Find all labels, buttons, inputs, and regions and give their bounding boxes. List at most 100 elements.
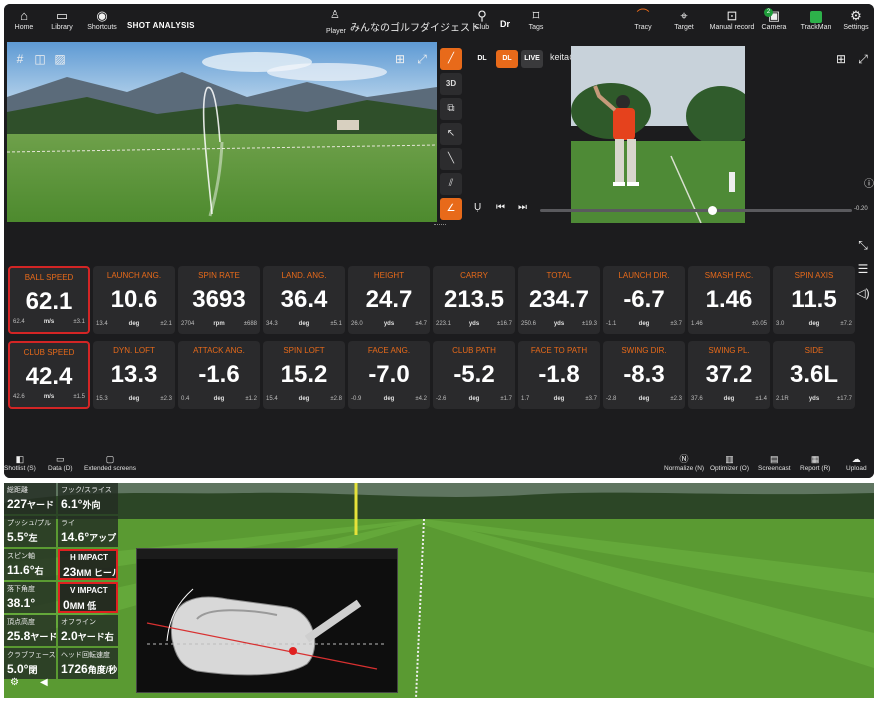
dl-mode-1[interactable]: DL [472,50,492,68]
settings-gear-icon[interactable]: ⚙ [10,677,19,688]
timeline-scrubber[interactable] [540,206,852,215]
3d-tool[interactable]: 3D [440,73,462,95]
metric-value: 234.7 [528,286,590,313]
extended-screens-button[interactable]: ▢ Extended screens [84,454,136,472]
metric-card[interactable]: LAUNCH DIR. -6.7 -1.1 deg ±3.7 [603,266,685,334]
metric-card[interactable]: FACE TO PATH -1.8 1.7 deg ±3.7 [518,341,600,409]
sim-stat-number: 5.5° [7,530,29,544]
metric-card[interactable]: CARRY 213.5 223.1 yds ±16.7 [433,266,515,334]
info-icon[interactable]: ⓘ [860,176,874,194]
metric-card[interactable]: SWING PL. 37.2 37.6 deg ±1.4 [688,341,770,409]
expand-icon-right[interactable]: ⤢ [854,50,872,68]
double-line-tool-icon[interactable]: ⫽ [440,173,462,195]
metric-card[interactable]: SMASH FAC. 1.46 1.46 ±0.05 [688,266,770,334]
sim-stat-label: 総距離 [7,487,28,494]
tracy-label: Tracy [634,24,652,31]
pencil-tool[interactable]: ╱ [440,48,462,70]
optimizer-button[interactable]: ▥ Optimizer (O) [710,454,749,472]
scrubber-handle[interactable] [708,206,717,215]
skip-forward-icon[interactable]: ⏭ [518,202,527,213]
dl-mode-2[interactable]: DL [496,50,518,68]
tags-button[interactable]: ⌑ Tags [514,8,558,31]
camera-icon: ▣ [767,8,781,23]
screencast-button[interactable]: ▤ Screencast [758,454,791,472]
metric-deviation: ±1.5 [73,394,85,400]
metric-deviation: ±2.3 [670,396,682,402]
tracer-video-view[interactable]: # ◫ ▨ ⊞ ⤢ [7,42,437,222]
metric-card[interactable]: HEIGHT 24.7 26.0 yds ±4.7 [348,266,430,334]
metric-deviation: ±19.3 [582,321,597,327]
metric-card[interactable]: LAND. ANG. 36.4 34.3 deg ±5.1 [263,266,345,334]
library-button[interactable]: ▭ Library [40,8,84,31]
sim-stat-left: 落下角度 38.1° [4,582,56,613]
resize-handle[interactable] [434,224,446,226]
club-selector[interactable]: ⚲ Club [462,8,502,31]
sim-stat-left: スピン軸 11.6°右 [4,549,56,580]
back-arrow-icon[interactable]: ◀ [40,677,48,688]
live-mode[interactable]: LIVE [521,50,543,68]
upload-button[interactable]: ☁ Upload [846,454,867,472]
sim-stat-number: 6.1° [61,497,83,511]
metric-footer: 2704 rpm ±688 [181,321,257,330]
metric-card[interactable]: DYN. LOFT 13.3 15.3 deg ±2.3 [93,341,175,409]
metric-card[interactable]: SPIN RATE 3693 2704 rpm ±688 [178,266,260,334]
metric-card[interactable]: SWING DIR. -8.3 -2.8 deg ±2.3 [603,341,685,409]
sim-stat-value: 11.6°右 [7,563,44,577]
image-icon[interactable]: ▨ [51,50,69,68]
metric-card[interactable]: CLUB PATH -5.2 -2.6 deg ±1.7 [433,341,515,409]
metric-card[interactable]: CLUB SPEED 42.4 42.6 m/s ±1.5 [8,341,90,409]
cloud-upload-icon: ☁ [851,454,861,464]
gear-icon: ⚙ [850,8,862,23]
camera-button[interactable]: ▣ Camera 2 [752,8,796,31]
metric-card[interactable]: TOTAL 234.7 250.6 yds ±19.3 [518,266,600,334]
speaker-icon[interactable]: ◁) [854,284,872,302]
tracy-button[interactable]: ⌒ Tracy [621,8,665,31]
target-label: Target [674,24,694,31]
manual-record-button[interactable]: ⊡ Manual record [706,8,758,31]
metric-card[interactable]: FACE ANG. -7.0 -0.9 deg ±4.2 [348,341,430,409]
layout-grid-icon[interactable]: ⊞ [391,50,409,68]
inset-toolbar [137,549,397,559]
iphone-video[interactable] [571,46,745,223]
camera-snapshot-icon[interactable]: ◫ [31,50,49,68]
shortcuts-button[interactable]: ◉ Shortcuts [80,8,124,31]
line-tool-icon[interactable]: ╲ [440,148,462,170]
trackman-button[interactable]: TrackMan [794,8,838,31]
sim-stat-unit: 外向 [82,500,101,510]
drawing-tools: ╱ 3D ⧉ ↖ ╲ ⫽ ∠ [440,48,466,224]
normalize-button[interactable]: Ⓝ Normalize (N) [664,454,704,472]
screencast-label: Screencast [758,465,791,472]
metric-card[interactable]: SPIN AXIS 11.5 3.0 deg ±7.2 [773,266,855,334]
metric-card[interactable]: SPIN LOFT 15.2 15.4 deg ±2.8 [263,341,345,409]
grid-icon[interactable]: # [11,50,29,68]
sim-stat-number: 227 [7,497,28,511]
sliders-icon[interactable]: ☰ [854,260,872,278]
metric-card[interactable]: ATTACK ANG. -1.6 0.4 deg ±1.2 [178,341,260,409]
sim-stat-right: V IMPACT 0MM 低 [58,582,118,613]
sim-stat-right: ライ 14.6°アップ [58,516,118,547]
report-button[interactable]: ▦ Report (R) [800,454,830,472]
layout-grid-icon-right[interactable]: ⊞ [832,50,850,68]
sim-stat-unit: 右 [34,566,44,576]
settings-label: Settings [843,24,869,31]
tag-icon: ⌑ [532,8,540,23]
data-button[interactable]: ▭ Data (D) [48,454,73,472]
metric-footer: 1.7 deg ±3.7 [521,396,597,405]
metric-label: FACE TO PATH [530,346,588,355]
golf-bag-icon: ⚲ [477,8,487,23]
target-button[interactable]: ⌖ Target [662,8,706,31]
settings-button[interactable]: ⚙ Settings [834,8,874,31]
collapse-icon[interactable]: ⤡ [854,236,872,254]
u-icon[interactable]: Ụ [474,202,481,213]
expand-icon[interactable]: ⤢ [413,50,431,68]
shotlist-button[interactable]: ◧ Shotlist (S) [4,454,36,472]
metric-deviation: ±4.2 [415,396,427,402]
metric-card[interactable]: BALL SPEED 62.1 62.4 m/s ±3.1 [8,266,90,334]
metric-card[interactable]: LAUNCH ANG. 10.6 13.4 deg ±2.1 [93,266,175,334]
metric-card[interactable]: SIDE 3.6L 2.1R yds ±17.7 [773,341,855,409]
copy-tool-icon[interactable]: ⧉ [440,98,462,120]
angle-tool-icon[interactable]: ∠ [440,198,462,220]
pointer-tool-icon[interactable]: ↖ [440,123,462,145]
skip-back-icon[interactable]: ⏮ [496,202,505,213]
trackman-icon [794,8,838,24]
